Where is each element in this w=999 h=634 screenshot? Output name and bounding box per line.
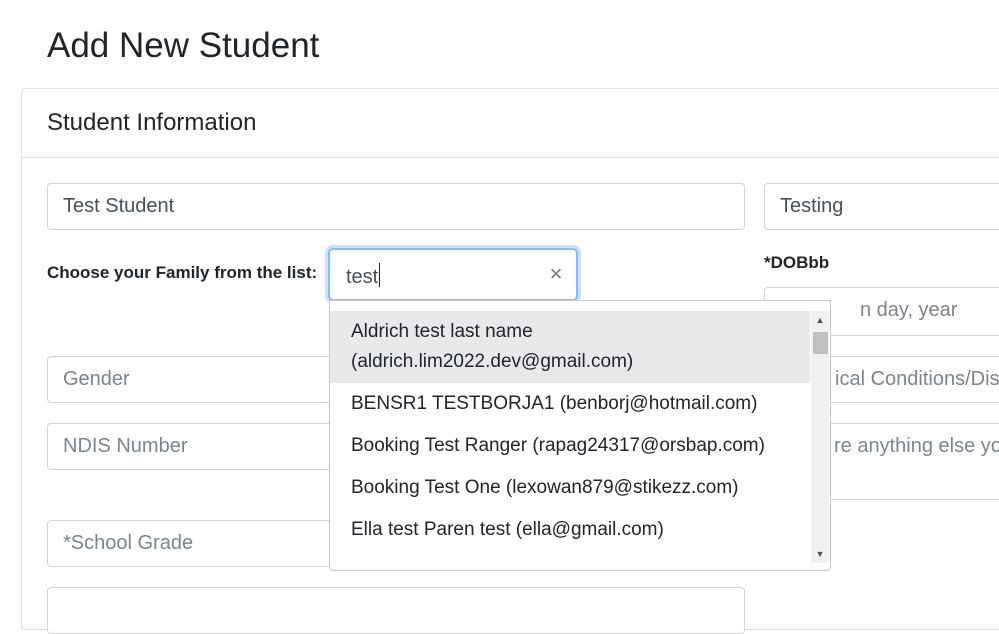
first-name-input[interactable]: Test Student xyxy=(47,183,745,230)
scroll-up-icon[interactable]: ▲ xyxy=(811,313,829,327)
family-option[interactable]: Booking Test One (lexowan879@stikezz.com… xyxy=(330,467,810,509)
family-results-dropdown: Aldrich test last name (aldrich.lim2022.… xyxy=(329,300,831,571)
family-option[interactable]: Booking Test Ranger (rapag24317@orsbap.c… xyxy=(330,425,810,467)
family-option[interactable]: ELLATEST P OCTOBER 10 xyxy=(330,551,810,563)
family-option[interactable]: Ella test Paren test (ella@gmail.com) xyxy=(330,509,810,551)
page-title: Add New Student xyxy=(47,26,320,65)
scroll-thumb[interactable] xyxy=(813,332,828,354)
scroll-down-icon[interactable]: ▼ xyxy=(811,547,829,561)
gender-select[interactable]: Gender xyxy=(47,356,347,403)
text-cursor xyxy=(379,263,381,287)
last-name-input[interactable]: Testing xyxy=(764,183,999,230)
school-grade-select[interactable]: *School Grade xyxy=(47,520,347,567)
family-results-list: Aldrich test last name (aldrich.lim2022.… xyxy=(330,311,810,563)
family-search-value: test xyxy=(346,266,379,288)
family-label: Choose your Family from the list: xyxy=(47,263,318,282)
dob-label: *DOBbb xyxy=(764,253,830,272)
family-search-input[interactable]: test × xyxy=(328,248,578,301)
bottom-field[interactable] xyxy=(47,587,745,634)
card-title: Student Information xyxy=(47,109,257,136)
ndis-number-input[interactable]: NDIS Number xyxy=(47,423,347,470)
family-option[interactable]: BENSR1 TESTBORJA1 (benborj@hotmail.com) xyxy=(330,383,810,425)
close-icon[interactable]: × xyxy=(546,262,566,286)
dropdown-scrollbar[interactable]: ▲ ▼ xyxy=(811,311,829,563)
family-option[interactable]: Aldrich test last name (aldrich.lim2022.… xyxy=(330,311,810,383)
card-header: Student Information xyxy=(22,89,999,158)
